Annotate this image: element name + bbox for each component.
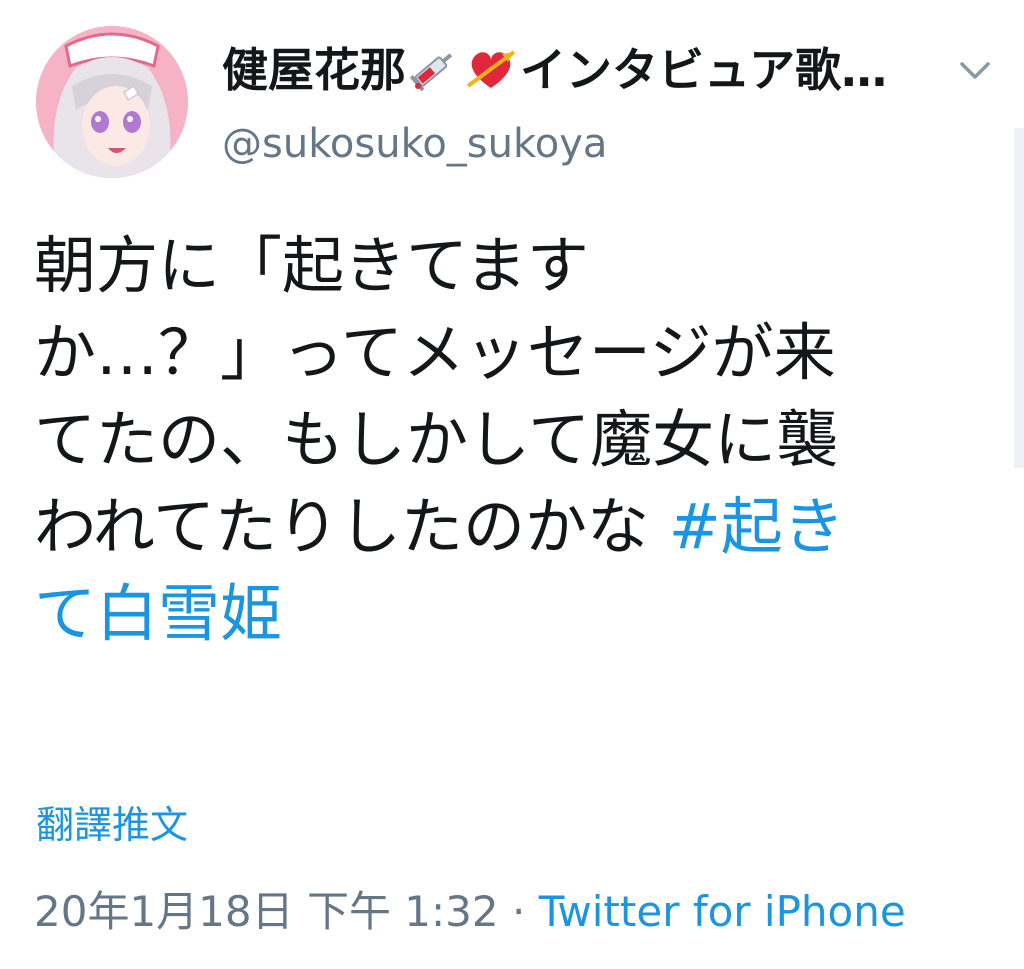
tweet-card: 健屋花那 インタビュア歌… @sukosuko_sukoya 朝方に「起きてます … bbox=[0, 0, 1024, 969]
tweet-text-line-with-hashtag: われてたりしたのかな #起き bbox=[34, 483, 984, 570]
translate-tweet-link[interactable]: 翻譯推文 bbox=[36, 800, 188, 850]
syringe-icon bbox=[408, 46, 460, 106]
timestamp[interactable]: 20年1月18日 下午 1:32 bbox=[34, 887, 499, 936]
source-app-link[interactable]: Twitter for iPhone bbox=[539, 887, 906, 936]
display-name-tail: インタビュア歌… bbox=[520, 43, 888, 97]
author-display-name[interactable]: 健屋花那 インタビュア歌… bbox=[222, 40, 887, 106]
tweet-text-line: か…？」ってメッセージが来 bbox=[34, 316, 836, 389]
tweet-text-segment: われてたりしたのかな bbox=[34, 490, 669, 563]
tweet-text-line: 朝方に「起きてます bbox=[34, 229, 589, 302]
display-name-text: 健屋花那 bbox=[222, 43, 406, 97]
author-handle[interactable]: @sukosuko_sukoya bbox=[222, 116, 607, 172]
chevron-down-icon[interactable] bbox=[952, 50, 998, 90]
hashtag-link-continued[interactable]: て白雪姫 bbox=[34, 577, 282, 650]
meta-separator: · bbox=[498, 887, 539, 936]
scrollbar[interactable] bbox=[1014, 128, 1024, 468]
tweet-text-line-hashtag-continued: て白雪姫 bbox=[34, 570, 984, 657]
hashtag-link[interactable]: #起き bbox=[669, 490, 845, 563]
tweet-text: 朝方に「起きてます か…？」ってメッセージが来 てたの、もしかして魔女に襲 われ… bbox=[34, 222, 984, 657]
tweet-meta: 20年1月18日 下午 1:32 · Twitter for iPhone bbox=[34, 884, 906, 940]
heart-with-arrow-icon bbox=[464, 46, 518, 106]
tweet-text-line: てたの、もしかして魔女に襲 bbox=[34, 403, 839, 476]
avatar-image bbox=[36, 26, 188, 178]
avatar[interactable] bbox=[36, 26, 188, 178]
